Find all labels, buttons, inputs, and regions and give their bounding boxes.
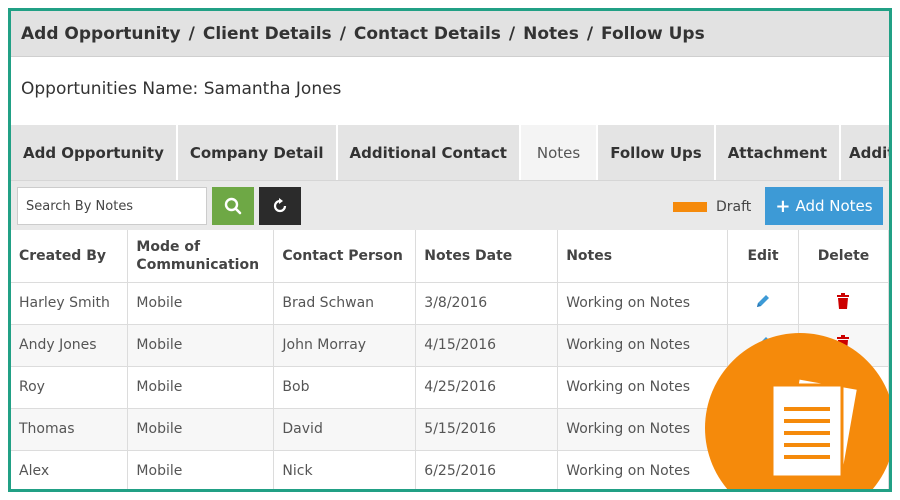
cell-mode: Mobile [127,324,275,367]
cell-notes-date: 5/15/2016 [415,408,559,451]
cell-created-by: Andy Jones [11,324,129,367]
search-input[interactable] [17,187,207,225]
cell-notes: Working on Notes [557,408,729,451]
opportunity-name: Opportunities Name: Samantha Jones [21,79,341,99]
breadcrumb-add-opportunity[interactable]: Add Opportunity [21,24,181,44]
cell-mode: Mobile [127,450,275,489]
add-notes-label: Add Notes [795,197,873,215]
column-header-mode-line2: Communication [136,256,260,273]
tab-attachment[interactable]: Attachment [716,125,841,180]
cell-notes-date: 6/25/2016 [415,450,559,489]
edit-button[interactable] [754,292,772,310]
cell-notes: Working on Notes [557,366,729,409]
cell-created-by: Harley Smith [11,282,129,325]
plus-icon: + [775,195,791,217]
draft-legend: Draft [673,199,751,215]
draft-swatch [673,202,707,212]
breadcrumb-separator: / [188,23,195,44]
add-notes-button[interactable]: + Add Notes [765,187,883,225]
cell-notes: Working on Notes [557,450,729,489]
tab-additional-owner[interactable]: Additional Owner [841,125,889,180]
breadcrumb: Add Opportunity / Client Details / Conta… [11,11,889,57]
column-header-notes[interactable]: Notes [557,230,729,283]
table-row: Harley Smith Mobile Brad Schwan 3/8/2016… [11,282,889,325]
pencil-icon [757,295,769,307]
trash-icon [837,293,850,309]
column-header-contact-person[interactable]: Contact Person [273,230,417,283]
breadcrumb-separator: / [508,23,516,44]
tab-bar: Add Opportunity Company Detail Additiona… [11,125,889,180]
cell-delete [798,282,889,325]
breadcrumb-notes[interactable]: Notes [523,24,579,44]
notes-toolbar: Draft + Add Notes [11,180,889,230]
breadcrumb-separator: / [586,23,594,44]
tab-add-opportunity[interactable]: Add Opportunity [11,125,178,180]
tab-notes[interactable]: Notes [520,125,599,180]
refresh-icon [273,198,287,213]
cell-notes-date: 4/25/2016 [415,366,559,409]
column-header-created-by[interactable]: Created By [11,230,129,283]
documents-icon [770,377,860,479]
app-frame: Add Opportunity / Client Details / Conta… [8,8,892,492]
tab-additional-contact[interactable]: Additional Contact [338,125,521,180]
delete-button[interactable] [835,292,851,310]
breadcrumb-follow-ups[interactable]: Follow Ups [601,24,705,44]
table-header-row: Created By Mode of Communication Contact… [11,230,889,283]
opportunity-name-value: Samantha Jones [203,79,342,99]
tab-company-detail[interactable]: Company Detail [178,125,338,180]
opportunity-name-label: Opportunities Name: [21,79,199,99]
cell-notes-date: 4/15/2016 [415,324,559,367]
cell-contact-person: Nick [273,450,417,489]
cell-notes: Working on Notes [557,282,729,325]
column-header-mode-line1: Mode of [136,238,201,255]
cell-edit [727,282,799,325]
cell-contact-person: John Morray [273,324,417,367]
column-header-mode[interactable]: Mode of Communication [127,230,275,283]
column-header-edit: Edit [727,230,799,283]
column-header-delete: Delete [798,230,889,283]
cell-created-by: Alex [11,450,129,489]
cell-mode: Mobile [127,408,275,451]
cell-contact-person: Brad Schwan [273,282,417,325]
cell-contact-person: David [273,408,417,451]
cell-created-by: Thomas [11,408,129,451]
cell-notes: Working on Notes [557,324,729,367]
tab-follow-ups[interactable]: Follow Ups [598,125,716,180]
search-icon [224,197,242,215]
column-header-notes-date[interactable]: Notes Date [415,230,559,283]
cell-contact-person: Bob [273,366,417,409]
breadcrumb-separator: / [339,23,346,44]
breadcrumb-contact-details[interactable]: Contact Details [354,24,501,44]
cell-mode: Mobile [127,282,275,325]
cell-mode: Mobile [127,366,275,409]
breadcrumb-client-details[interactable]: Client Details [203,24,332,44]
search-button[interactable] [212,187,254,225]
refresh-button[interactable] [259,187,301,225]
draft-label: Draft [716,199,752,215]
cell-created-by: Roy [11,366,129,409]
cell-notes-date: 3/8/2016 [415,282,559,325]
